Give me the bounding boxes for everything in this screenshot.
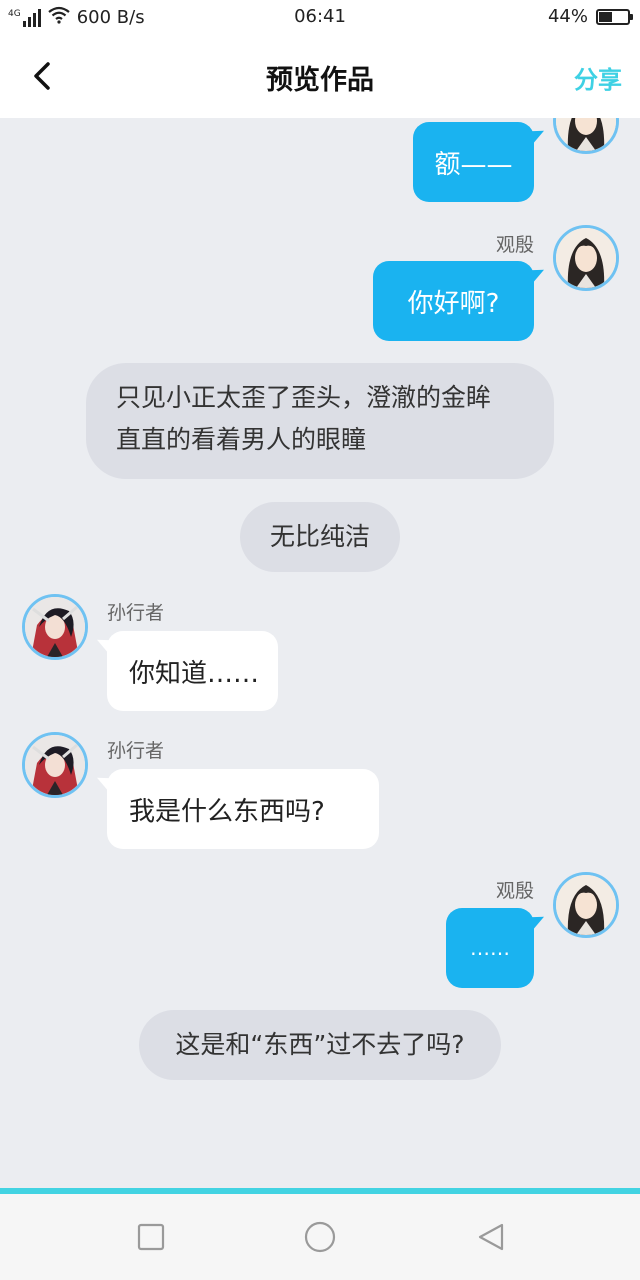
message-text: 额—— bbox=[434, 149, 513, 180]
share-button[interactable]: 分享 bbox=[574, 60, 622, 95]
narration-bubble[interactable]: 这是和“东西”过不去了吗? bbox=[139, 1010, 501, 1080]
narration-line: 只见小正太歪了歪头，澄澈的金眸 bbox=[116, 383, 492, 412]
avatar-guanyin[interactable] bbox=[553, 872, 619, 938]
speaker-name: 观殷 bbox=[495, 880, 534, 902]
message-text: 你知道…… bbox=[129, 658, 260, 689]
home-button[interactable] bbox=[303, 1220, 337, 1254]
avatar-guanyin[interactable] bbox=[553, 225, 619, 291]
message-text: 你好啊? bbox=[407, 288, 500, 319]
clock: 06:41 bbox=[294, 6, 346, 27]
narration-bubble[interactable]: 只见小正太歪了歪头，澄澈的金眸 直直的看着男人的眼瞳 bbox=[86, 363, 554, 479]
app-header: 预览作品 分享 bbox=[0, 34, 640, 118]
system-nav-bar bbox=[0, 1194, 640, 1280]
message-text: 我是什么东西吗? bbox=[129, 796, 325, 827]
battery-icon bbox=[596, 8, 633, 25]
triangle-back-icon bbox=[478, 1223, 504, 1251]
message-bubble[interactable]: 你好啊? bbox=[373, 261, 534, 341]
chat-area[interactable]: 额—— 观殷 你好啊? 只见小正太歪了歪头，澄澈的金眸 直直的看着男人的眼瞳 无… bbox=[0, 118, 640, 1188]
nav-back-button[interactable] bbox=[474, 1220, 508, 1254]
message-bubble[interactable]: 额—— bbox=[413, 122, 534, 202]
message-bubble[interactable]: 我是什么东西吗? bbox=[107, 769, 379, 849]
message-bubble[interactable]: …… bbox=[446, 908, 534, 988]
narration-text: 无比纯洁 bbox=[269, 522, 370, 551]
narration-text: 这是和“东西”过不去了吗? bbox=[175, 1030, 465, 1059]
message-bubble[interactable]: 你知道…… bbox=[107, 631, 278, 711]
battery-percent: 44% bbox=[547, 6, 588, 27]
status-bar: 4G 600 B/s 06:41 44% bbox=[0, 0, 640, 34]
avatar-sunxingzhe[interactable] bbox=[22, 594, 88, 660]
circle-home-icon bbox=[304, 1221, 336, 1253]
narration-bubble[interactable]: 无比纯洁 bbox=[240, 502, 400, 572]
avatar-guanyin[interactable] bbox=[553, 118, 619, 154]
narration-line: 直直的看着男人的眼瞳 bbox=[116, 425, 367, 454]
battery-fill bbox=[599, 11, 613, 22]
status-right: 44% bbox=[547, 6, 633, 27]
avatar-sunxingzhe[interactable] bbox=[22, 732, 88, 798]
square-recents-icon bbox=[137, 1223, 165, 1251]
recents-button[interactable] bbox=[134, 1220, 168, 1254]
message-text: …… bbox=[470, 936, 510, 960]
speaker-name: 观殷 bbox=[495, 234, 534, 256]
page-title: 预览作品 bbox=[266, 65, 374, 96]
speaker-name: 孙行者 bbox=[107, 740, 165, 762]
speaker-name: 孙行者 bbox=[107, 602, 165, 624]
